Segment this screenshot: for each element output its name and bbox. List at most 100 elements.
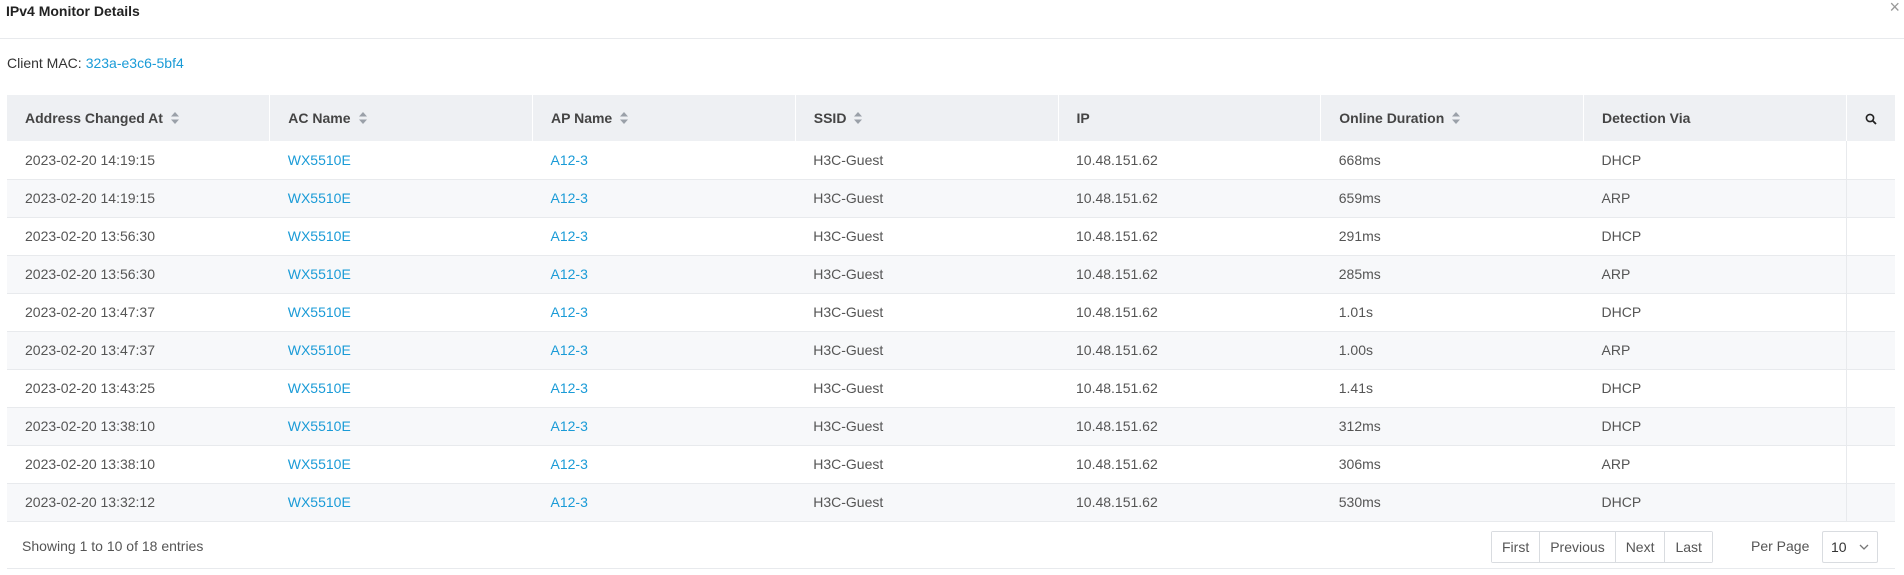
cell-ap-name-link[interactable]: A12-3 [533,331,796,369]
cell-address-changed-at: 2023-02-20 13:47:37 [25,342,155,358]
sort-icon[interactable] [620,112,629,125]
table-body: 2023-02-20 14:19:15 WX5510E A12-3 H3C-Guest… [7,141,1895,521]
cell-ssid: H3C-Guest [813,456,884,472]
monitor-table: Address Changed At AC Name AP Name SSID IP On… [7,95,1895,522]
cell-online-duration: 1.01s [1338,304,1373,320]
cell-ssid: H3C-Guest [813,190,884,206]
row-spacer-cell [1845,407,1895,445]
cell-address-changed-at: 2023-02-20 13:43:25 [25,380,155,396]
per-page-value: 10 [1831,539,1847,555]
cell-ssid: H3C-Guest [813,228,884,244]
cell-ap-name-link[interactable]: A12-3 [533,217,796,255]
cell-detection-via: DHCP [1601,304,1642,320]
row-spacer-cell [1845,483,1895,521]
row-spacer-cell [1845,141,1895,179]
table-footer: Showing 1 to 10 of 18 entries First Prev… [7,524,1895,569]
cell-address-changed-at: 2023-02-20 13:38:10 [25,418,155,434]
column-header[interactable]: SSID [795,95,1059,141]
table-header-row: Address Changed At AC Name AP Name SSID IP On… [7,95,1895,141]
row-spacer-cell [1845,217,1895,255]
column-header: Detection Via [1583,95,1847,141]
cell-ac-name-link[interactable]: WX5510E [270,483,533,521]
cell-address-changed-at: 2023-02-20 13:32:12 [25,494,155,510]
column-header[interactable]: Address Changed At [7,95,271,141]
cell-address-changed-at: 2023-02-20 13:47:37 [25,304,155,320]
dialog-title: IPv4 Monitor Details [6,3,140,19]
cell-ap-name-link[interactable]: A12-3 [533,141,796,179]
cell-ip: 10.48.151.62 [1076,342,1158,358]
last-page-button[interactable]: Last [1665,532,1712,562]
ipv4-monitor-details-dialog: IPv4 Monitor Details × Client MAC: 323a-e… [0,0,1904,575]
cell-address-changed-at: 2023-02-20 13:38:10 [25,456,155,472]
entries-info: Showing 1 to 10 of 18 entries [22,538,204,554]
cell-ap-name-link[interactable]: A12-3 [533,445,796,483]
cell-ac-name-link[interactable]: WX5510E [270,179,533,217]
sort-icon[interactable] [854,112,863,125]
column-header[interactable]: Online Duration [1320,95,1584,141]
column-header-label: SSID [813,110,847,126]
sort-icon[interactable] [1452,112,1461,125]
table-row: 2023-02-20 14:19:15 WX5510E A12-3 H3C-Guest… [7,179,1895,217]
cell-online-duration: 306ms [1338,456,1381,472]
first-page-button[interactable]: First [1492,532,1541,562]
close-icon[interactable]: × [1889,0,1900,16]
cell-detection-via: DHCP [1601,418,1642,434]
cell-ssid: H3C-Guest [813,494,884,510]
cell-detection-via: ARP [1601,456,1631,472]
cell-ap-name-link[interactable]: A12-3 [533,255,796,293]
column-header[interactable]: AP Name [532,95,796,141]
cell-ap-name-link[interactable]: A12-3 [533,407,796,445]
cell-ssid: H3C-Guest [813,342,884,358]
cell-ap-name-link[interactable]: A12-3 [533,369,796,407]
next-page-button[interactable]: Next [1615,532,1666,562]
chevron-down-icon [1859,544,1869,550]
cell-address-changed-at: 2023-02-20 13:56:30 [25,228,155,244]
table-row: 2023-02-20 13:38:10 WX5510E A12-3 H3C-Guest… [7,445,1895,483]
cell-ac-name-link[interactable]: WX5510E [270,217,533,255]
cell-online-duration: 668ms [1338,151,1381,168]
cell-ac-name-link[interactable]: WX5510E [270,141,533,179]
cell-ac-name-link[interactable]: WX5510E [270,369,533,407]
cell-detection-via: ARP [1601,266,1631,282]
table-row: 2023-02-20 13:38:10 WX5510E A12-3 H3C-Guest… [7,407,1895,445]
row-spacer-cell [1845,293,1895,331]
cell-online-duration: 1.41s [1338,380,1373,396]
cell-online-duration: 285ms [1338,266,1381,282]
cell-ac-name-link[interactable]: WX5510E [270,331,533,369]
cell-detection-via: ARP [1601,190,1631,206]
previous-page-button[interactable]: Previous [1540,532,1616,562]
monitor-table-container: Address Changed At AC Name AP Name SSID IP On… [7,95,1895,522]
per-page-select[interactable]: 10 [1822,531,1878,563]
row-spacer-cell [1845,255,1895,293]
cell-ac-name-link[interactable]: WX5510E [270,445,533,483]
cell-detection-via: ARP [1601,342,1631,358]
cell-ssid: H3C-Guest [813,266,884,282]
column-header-label: IP [1076,110,1090,126]
search-icon[interactable] [1865,110,1877,126]
cell-ac-name-link[interactable]: WX5510E [270,293,533,331]
cell-detection-via: DHCP [1601,380,1642,396]
table-row: 2023-02-20 13:56:30 WX5510E A12-3 H3C-Guest… [7,255,1895,293]
cell-ip: 10.48.151.62 [1076,304,1158,320]
column-header-label: AC Name [288,110,351,126]
cell-ap-name-link[interactable]: A12-3 [533,483,796,521]
cell-ap-name-link[interactable]: A12-3 [533,179,796,217]
cell-ip: 10.48.151.62 [1076,151,1158,168]
sort-icon[interactable] [358,112,367,125]
column-header[interactable]: AC Name [269,95,533,141]
per-page-label: Per Page [1751,538,1810,554]
cell-ip: 10.48.151.62 [1076,456,1158,472]
cell-ac-name-link[interactable]: WX5510E [270,255,533,293]
sort-icon[interactable] [170,112,179,125]
cell-ap-name-link[interactable]: A12-3 [533,293,796,331]
cell-ip: 10.48.151.62 [1076,418,1158,434]
cell-address-changed-at: 2023-02-20 13:56:30 [25,266,155,282]
row-spacer-cell [1845,445,1895,483]
client-mac-label: Client MAC: [7,55,82,71]
table-row: 2023-02-20 13:43:25 WX5510E A12-3 H3C-Guest… [7,369,1895,407]
column-header: IP [1058,95,1322,141]
cell-ssid: H3C-Guest [813,304,884,320]
column-header-label: Online Duration [1339,110,1445,126]
cell-ac-name-link[interactable]: WX5510E [270,407,533,445]
client-mac-link[interactable]: 323a-e3c6-5bf4 [86,55,184,71]
